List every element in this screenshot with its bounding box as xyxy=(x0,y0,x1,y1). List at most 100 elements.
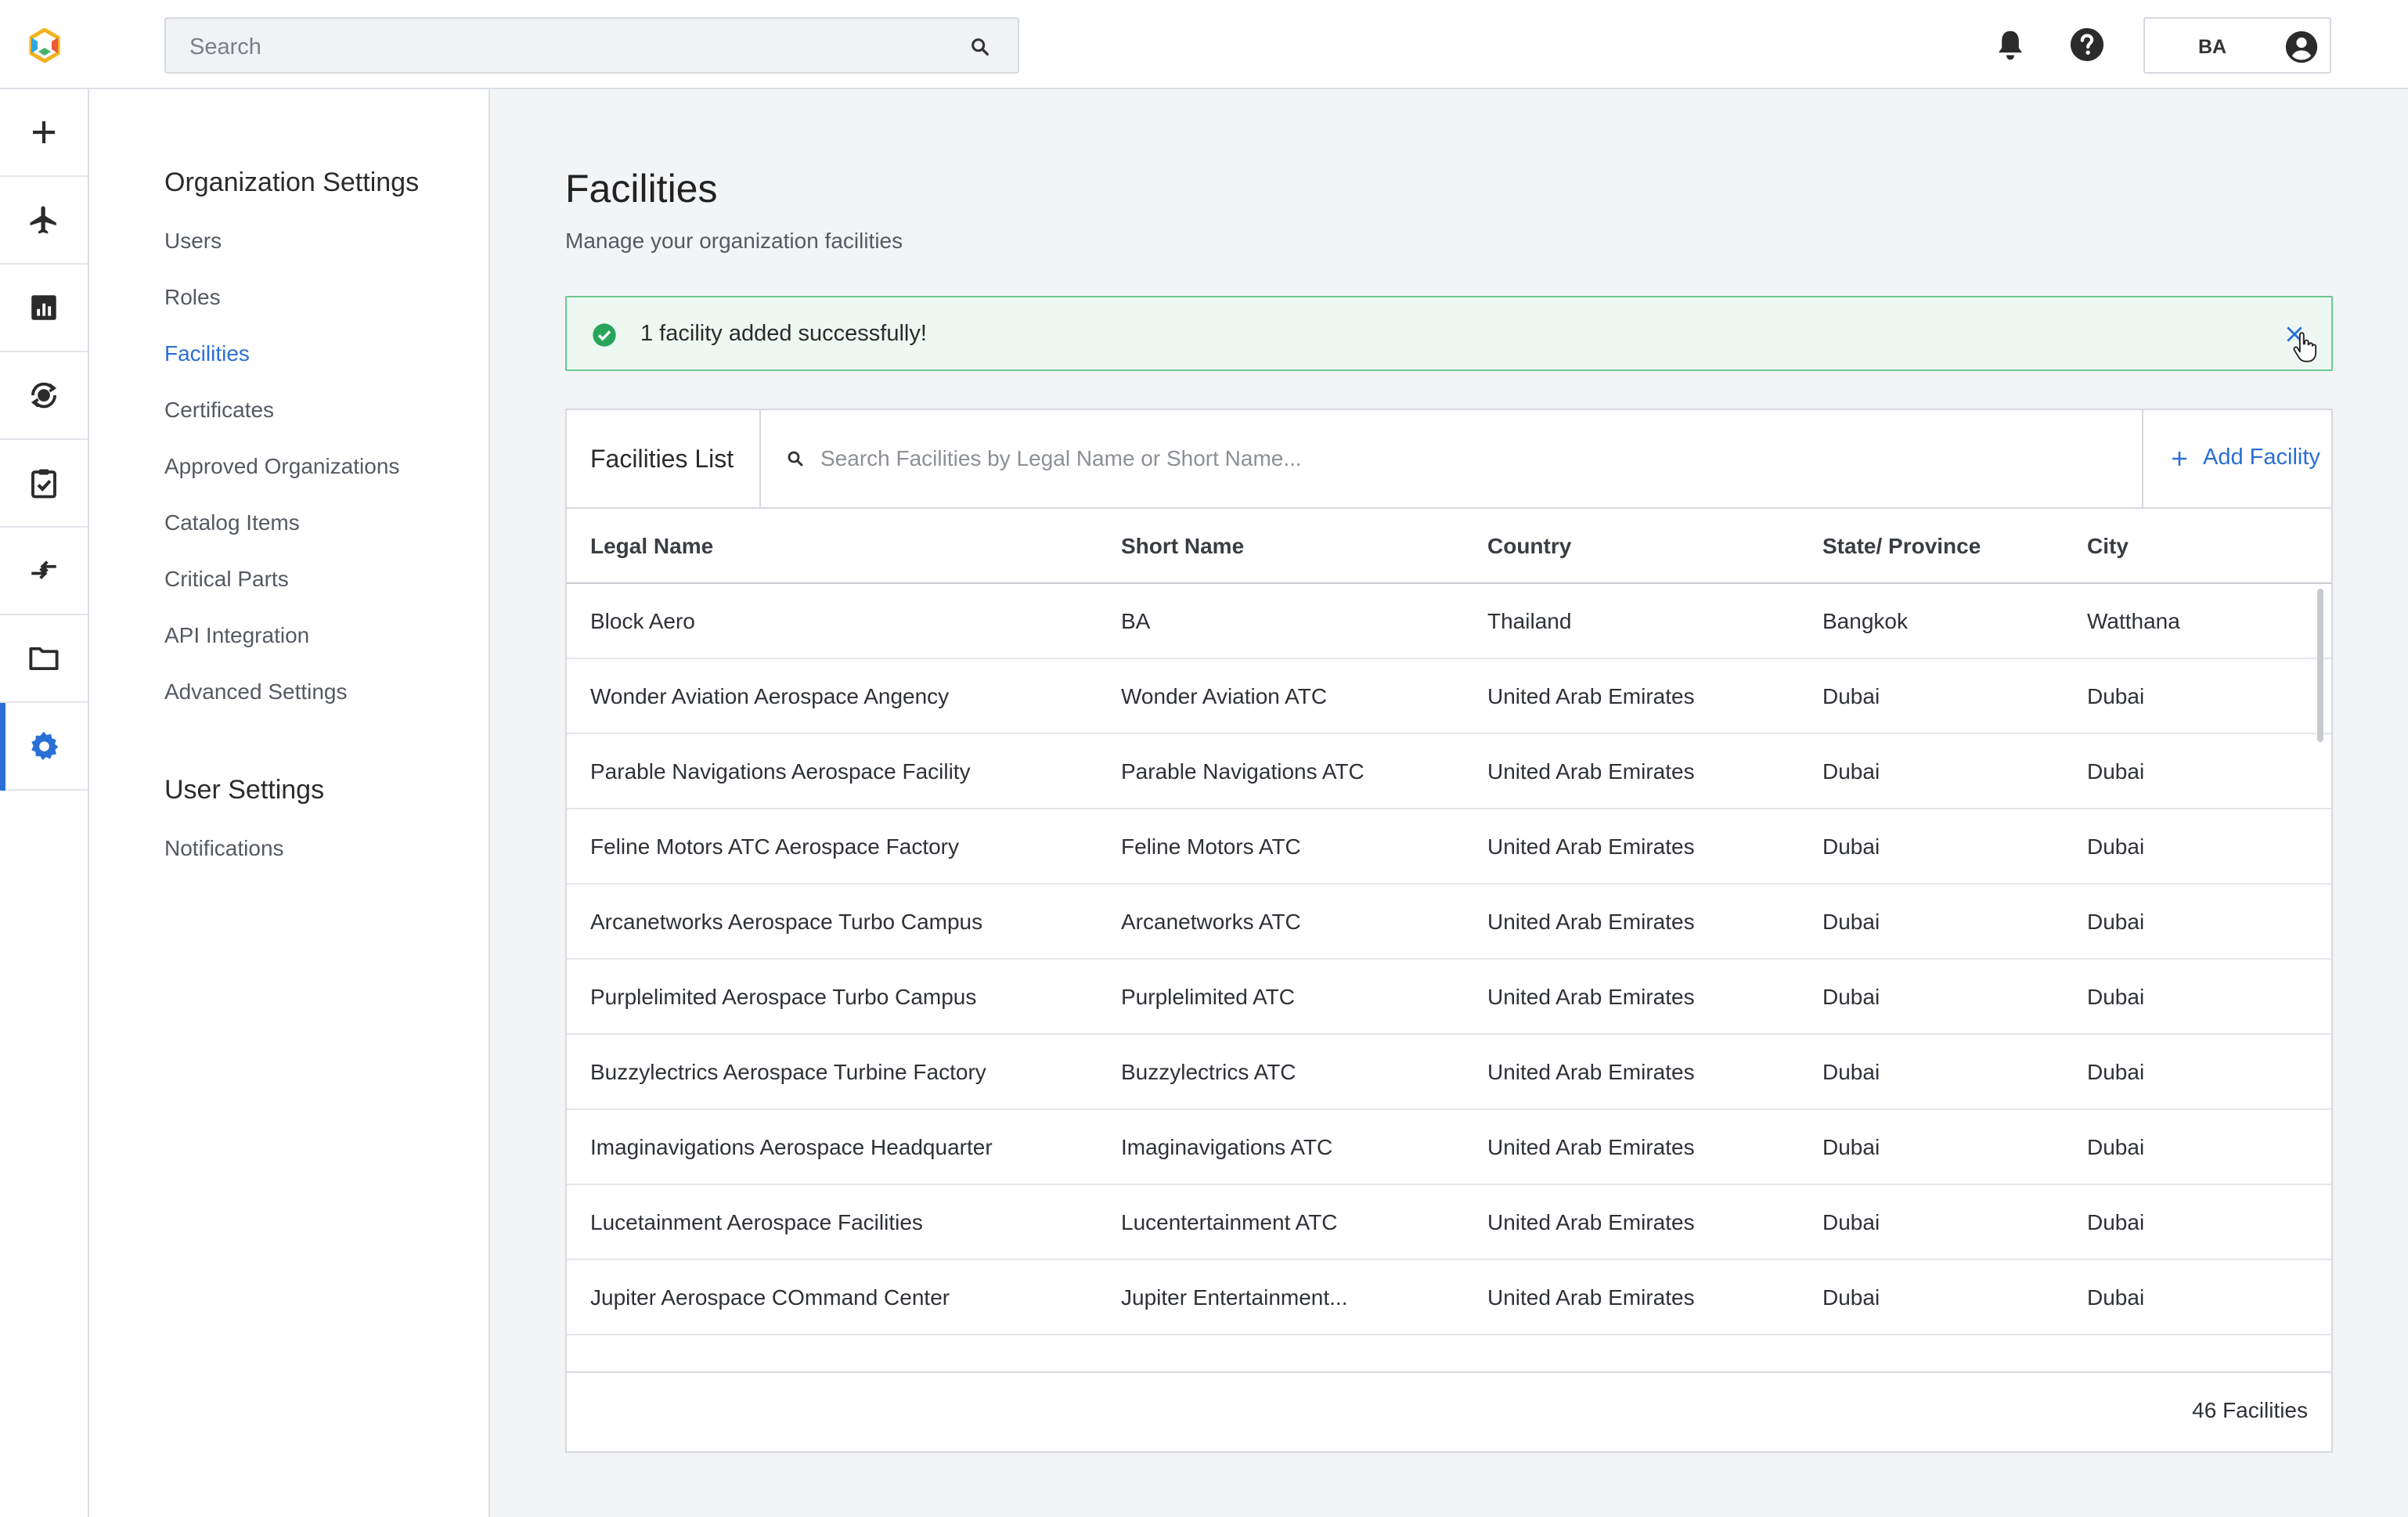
nav-link-critical-parts[interactable]: Critical Parts xyxy=(164,567,289,592)
search-icon xyxy=(788,451,803,467)
cell-legal-name: Purplelimited Aerospace Turbo Campus xyxy=(590,985,977,1009)
cell-legal-name: Feline Motors ATC Aerospace Factory xyxy=(590,834,959,859)
nav-link-users[interactable]: Users xyxy=(164,229,222,254)
cell-short-name: Buzzylectrics ATC xyxy=(1121,1060,1296,1084)
cell-city: Dubai xyxy=(2087,1060,2145,1084)
add-icon xyxy=(2172,452,2186,466)
cell-legal-name: Jupiter Aerospace COmmand Center xyxy=(590,1285,950,1310)
check-circle-icon xyxy=(593,323,616,347)
nav-link-catalog-items[interactable]: Catalog Items xyxy=(164,510,300,535)
cell-short-name: Parable Navigations ATC xyxy=(1121,759,1364,784)
column-header-state-province[interactable]: State/ Province xyxy=(1822,534,1981,559)
cell-state: Dubai xyxy=(1822,985,1880,1009)
table-row[interactable]: Lucetainment Aerospace Facilities Lucent… xyxy=(567,1185,2331,1260)
cell-state: Dubai xyxy=(1822,684,1880,708)
nav-link-approved-organizations[interactable]: Approved Organizations xyxy=(164,454,399,479)
rail-item-analytics[interactable] xyxy=(0,265,88,352)
icon-rail xyxy=(0,89,89,1517)
rail-item-settings[interactable] xyxy=(0,703,88,791)
cell-country: United Arab Emirates xyxy=(1487,759,1695,784)
cell-legal-name: Buzzylectrics Aerospace Turbine Factory xyxy=(590,1060,986,1084)
cell-city: Dubai xyxy=(2087,1210,2145,1234)
nav-link-api-integration[interactable]: API Integration xyxy=(164,623,309,648)
cell-state: Dubai xyxy=(1822,834,1880,859)
search-icon[interactable] xyxy=(969,36,991,58)
page-title: Facilities xyxy=(565,167,718,211)
clipboard-check-icon xyxy=(31,469,56,499)
global-search-placeholder: Search xyxy=(189,34,261,59)
add-facility-label: Add Facility xyxy=(2203,445,2320,470)
cell-city: Dubai xyxy=(2087,759,2145,784)
table-row[interactable]: Arcanetworks Aerospace Turbo Campus Arca… xyxy=(567,885,2331,960)
cell-country: United Arab Emirates xyxy=(1487,985,1695,1009)
nav-heading-organization: Organization Settings xyxy=(164,168,420,197)
rail-item-create[interactable] xyxy=(0,89,88,177)
cell-state: Dubai xyxy=(1822,1060,1880,1084)
settings-nav: Organization Settings Users Roles Facili… xyxy=(89,89,490,1517)
table-header: Legal Name Short Name Country State/ Pro… xyxy=(567,509,2331,584)
facilities-card-footer: 46 Facilities xyxy=(567,1371,2331,1451)
cell-legal-name: Lucetainment Aerospace Facilities xyxy=(590,1210,923,1234)
cell-country: United Arab Emirates xyxy=(1487,1135,1695,1159)
notifications-bell-icon[interactable] xyxy=(1995,28,2026,63)
table-row[interactable]: Feline Motors ATC Aerospace Factory Feli… xyxy=(567,809,2331,885)
main-content: Facilities Manage your organization faci… xyxy=(490,89,2408,1517)
nav-heading-user-settings: User Settings xyxy=(164,775,325,805)
cell-city: Dubai xyxy=(2087,834,2145,859)
column-header-city[interactable]: City xyxy=(2087,534,2129,559)
facilities-search[interactable] xyxy=(761,410,2142,507)
transfer-icon xyxy=(31,560,56,579)
success-toast: 1 facility added successfully! xyxy=(565,296,2333,371)
cell-short-name: Wonder Aviation ATC xyxy=(1121,684,1328,708)
top-bar: Search BA xyxy=(0,0,2408,89)
table-scrollbar[interactable] xyxy=(2317,589,2323,742)
app-logo-icon[interactable] xyxy=(27,28,63,63)
table-row[interactable]: Purplelimited Aerospace Turbo Campus Pur… xyxy=(567,960,2331,1035)
nav-link-certificates[interactable]: Certificates xyxy=(164,398,274,423)
cell-state: Dubai xyxy=(1822,1135,1880,1159)
cell-legal-name: Block Aero xyxy=(590,609,695,633)
help-icon[interactable] xyxy=(2069,27,2105,63)
cell-state: Dubai xyxy=(1822,1285,1880,1310)
table-row[interactable]: Buzzylectrics Aerospace Turbine Factory … xyxy=(567,1035,2331,1110)
facilities-search-input[interactable] xyxy=(820,440,2104,477)
column-header-legal-name[interactable]: Legal Name xyxy=(590,534,713,559)
add-facility-button[interactable]: Add Facility xyxy=(2142,410,2331,507)
rail-item-transfers[interactable] xyxy=(0,528,88,615)
facilities-card: Facilities List Add Facility Legal Name … xyxy=(565,409,2333,1453)
airplane-icon xyxy=(30,206,56,234)
facilities-list-title: Facilities List xyxy=(567,410,761,507)
rail-item-tasks[interactable] xyxy=(0,440,88,528)
rail-item-documents[interactable] xyxy=(0,615,88,703)
rail-item-flights[interactable] xyxy=(0,177,88,265)
column-header-country[interactable]: Country xyxy=(1487,534,1571,559)
cell-country: Thailand xyxy=(1487,609,1572,633)
cell-city: Dubai xyxy=(2087,1285,2145,1310)
nav-link-advanced-settings[interactable]: Advanced Settings xyxy=(164,679,348,704)
table-body[interactable]: Block Aero BA Thailand Bangkok Watthana … xyxy=(567,584,2331,1371)
page-subtitle: Manage your organization facilities xyxy=(565,229,903,253)
folder-icon xyxy=(29,647,59,671)
column-header-short-name[interactable]: Short Name xyxy=(1121,534,1244,559)
table-row[interactable]: Block Aero BA Thailand Bangkok Watthana xyxy=(567,584,2331,659)
cell-country: United Arab Emirates xyxy=(1487,1210,1695,1234)
table-row[interactable]: Jupiter Aerospace COmmand Center Jupiter… xyxy=(567,1260,2331,1335)
cell-country: United Arab Emirates xyxy=(1487,1285,1695,1310)
sync-globe-icon xyxy=(31,382,57,409)
cell-city: Dubai xyxy=(2087,985,2145,1009)
cell-legal-name: Parable Navigations Aerospace Facility xyxy=(590,759,971,784)
user-menu-button[interactable]: BA xyxy=(2143,17,2331,74)
global-search[interactable]: Search xyxy=(164,17,1019,74)
cell-state: Dubai xyxy=(1822,759,1880,784)
facilities-count: 46 Facilities xyxy=(2192,1398,2308,1422)
nav-link-facilities[interactable]: Facilities xyxy=(164,341,250,366)
cell-short-name: Arcanetworks ATC xyxy=(1121,910,1301,934)
table-row[interactable]: Imaginavigations Aerospace Headquarter I… xyxy=(567,1110,2331,1185)
nav-link-notifications[interactable]: Notifications xyxy=(164,836,284,861)
cell-legal-name: Arcanetworks Aerospace Turbo Campus xyxy=(590,910,983,934)
table-row[interactable]: Parable Navigations Aerospace Facility P… xyxy=(567,734,2331,809)
rail-item-global-sync[interactable] xyxy=(0,352,88,440)
nav-link-roles[interactable]: Roles xyxy=(164,285,221,310)
cell-city: Watthana xyxy=(2087,609,2180,633)
table-row[interactable]: Wonder Aviation Aerospace Angency Wonder… xyxy=(567,659,2331,734)
